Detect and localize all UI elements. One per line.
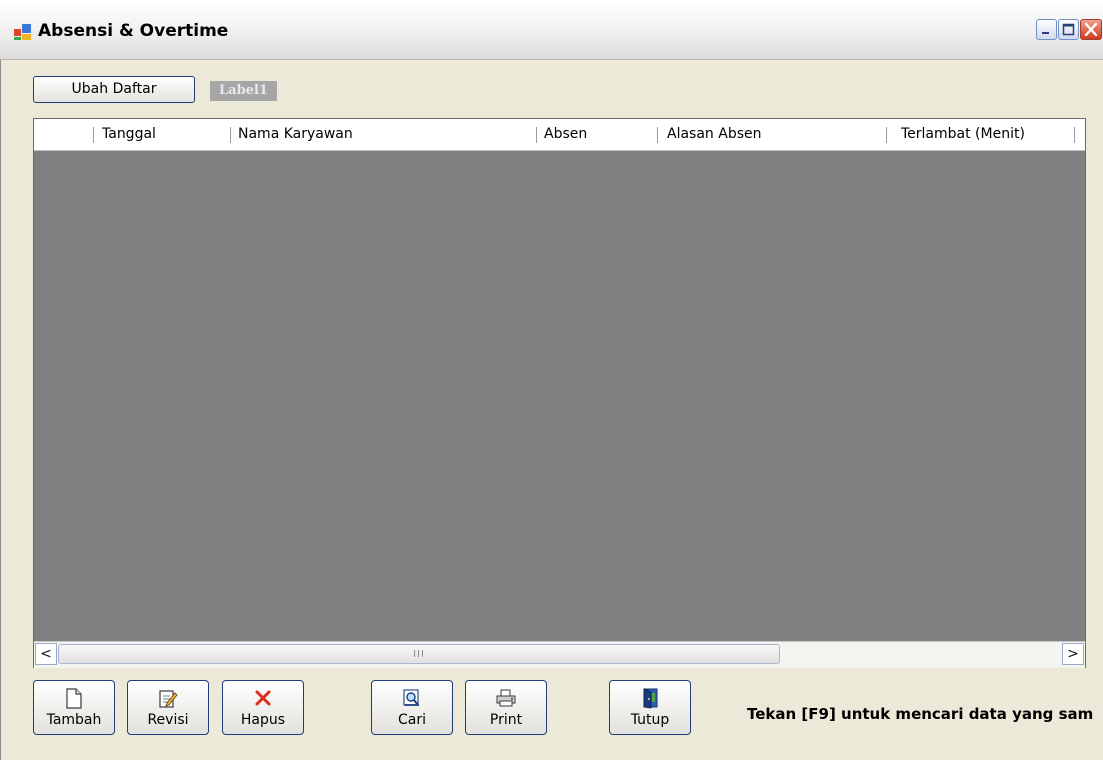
- column-header-next[interactable]: [1078, 119, 1085, 150]
- column-divider: [657, 127, 658, 143]
- app-window: Absensi & Overtime Ubah Daftar Label1 Ta…: [0, 0, 1103, 760]
- tutup-button[interactable]: Tutup: [609, 680, 691, 735]
- tambah-label: Tambah: [46, 712, 102, 728]
- new-document-icon: [66, 687, 82, 709]
- ubah-daftar-label: Ubah Daftar: [71, 81, 157, 97]
- label1: Label1: [210, 81, 277, 101]
- revisi-label: Revisi: [147, 712, 189, 728]
- chevron-right-icon: >: [1067, 646, 1079, 662]
- maximize-icon: [1062, 23, 1075, 36]
- tambah-button[interactable]: Tambah: [33, 680, 115, 735]
- print-button[interactable]: Print: [465, 680, 547, 735]
- column-header-tanggal[interactable]: Tanggal: [102, 119, 230, 150]
- column-divider: [886, 127, 887, 143]
- data-grid[interactable]: Tanggal Nama Karyawan Absen Alasan Absen…: [33, 118, 1086, 668]
- column-header-absen[interactable]: Absen: [544, 119, 656, 150]
- close-icon: [1084, 22, 1098, 37]
- grid-header-row: Tanggal Nama Karyawan Absen Alasan Absen…: [34, 119, 1085, 151]
- cari-button[interactable]: Cari: [371, 680, 453, 735]
- column-divider: [93, 127, 94, 143]
- delete-icon: [255, 690, 271, 706]
- maximize-button[interactable]: [1058, 19, 1079, 40]
- hapus-label: Hapus: [240, 712, 286, 728]
- row-header-cell[interactable]: [34, 119, 93, 150]
- search-icon: [403, 689, 419, 706]
- column-header-terlambat[interactable]: Terlambat (Menit): [901, 119, 1071, 150]
- chevron-left-icon: <: [40, 646, 52, 662]
- printer-icon: [496, 689, 516, 707]
- f9-hint-text: Tekan [F9] untuk mencari data yang sam: [747, 705, 1094, 723]
- minimize-icon: [1042, 32, 1049, 34]
- tutup-label: Tutup: [630, 712, 670, 728]
- ubah-daftar-button[interactable]: Ubah Daftar: [33, 76, 195, 103]
- column-divider: [1074, 127, 1075, 143]
- exit-door-icon: [643, 688, 658, 709]
- column-divider: [536, 127, 537, 143]
- column-header-alasan-absen[interactable]: Alasan Absen: [667, 119, 882, 150]
- revisi-button[interactable]: Revisi: [127, 680, 209, 735]
- hapus-button[interactable]: Hapus: [222, 680, 304, 735]
- close-button[interactable]: [1080, 19, 1102, 40]
- column-header-nama-karyawan[interactable]: Nama Karyawan: [238, 119, 535, 150]
- column-divider: [230, 127, 231, 143]
- print-label: Print: [489, 712, 523, 728]
- cari-label: Cari: [398, 712, 426, 728]
- grip-icon: III: [413, 649, 425, 660]
- scroll-left-button[interactable]: <: [35, 643, 57, 665]
- scroll-thumb[interactable]: III: [58, 644, 780, 664]
- form-icon: [14, 24, 31, 40]
- window-title: Absensi & Overtime: [38, 21, 229, 41]
- title-bar[interactable]: Absensi & Overtime: [0, 0, 1103, 60]
- edit-icon: [159, 689, 178, 708]
- horizontal-scrollbar[interactable]: < III >: [34, 641, 1085, 668]
- scroll-right-button[interactable]: >: [1062, 643, 1084, 665]
- minimize-button[interactable]: [1036, 19, 1057, 40]
